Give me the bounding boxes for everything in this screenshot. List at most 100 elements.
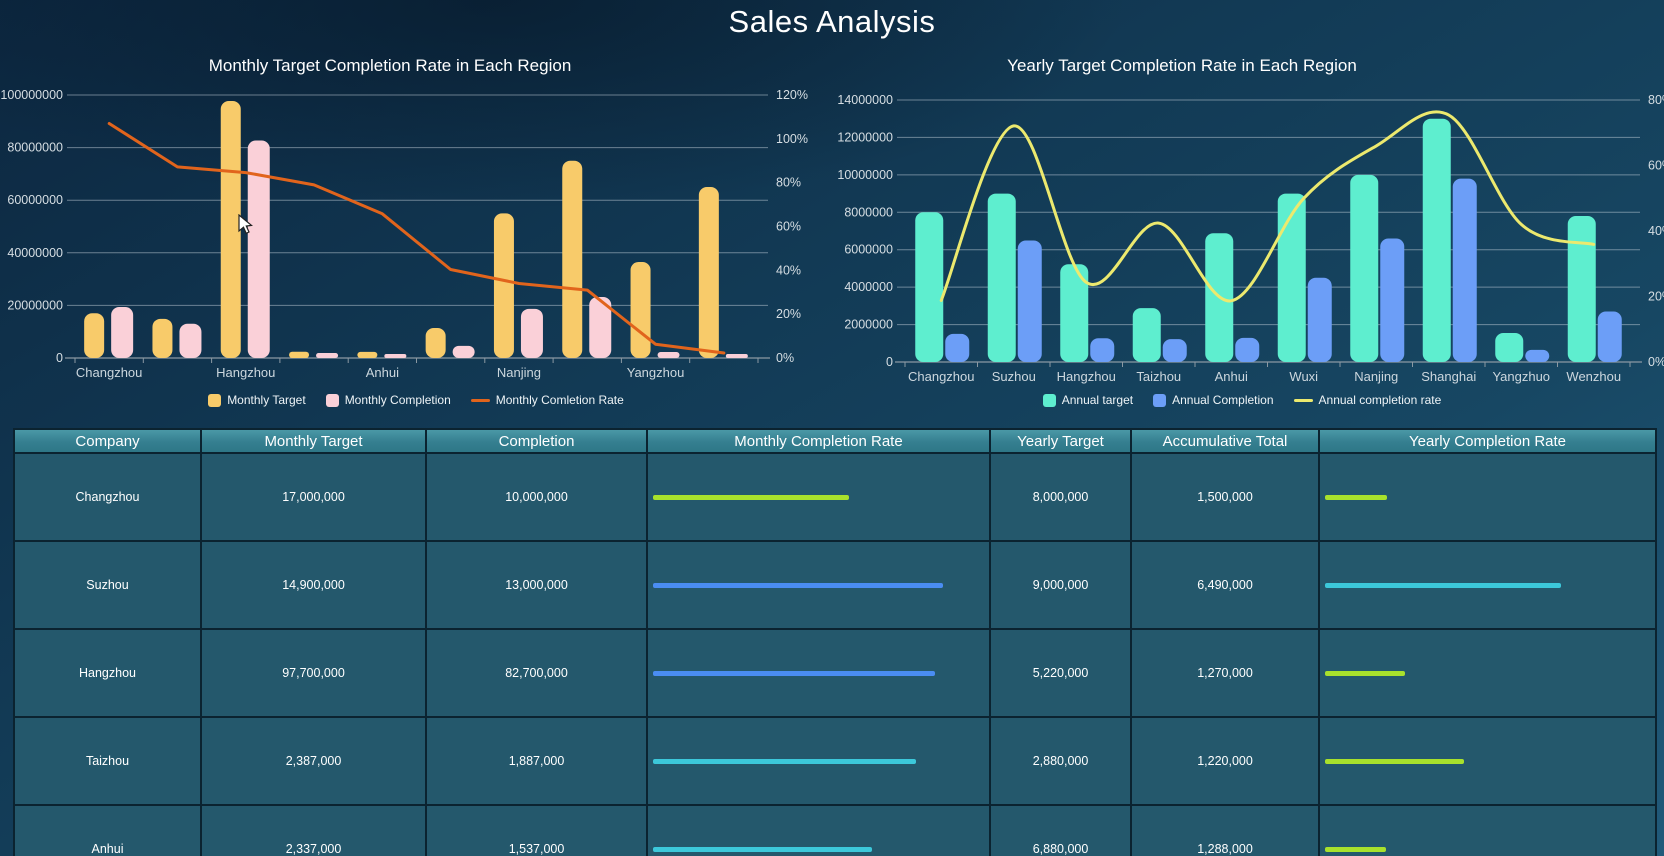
bar-monthly-target-Changzhou[interactable] — [84, 313, 104, 358]
bar-monthly-completion-Suzhou[interactable] — [179, 324, 201, 358]
x-axis-category-label: Suzhou — [992, 369, 1036, 384]
table-cell-yearly-completion-rate — [1320, 630, 1655, 716]
table-cell-company: Anhui — [15, 806, 200, 856]
yearly-completion-rate-bar — [1325, 759, 1464, 764]
bar-annual-target-Changzhou[interactable] — [915, 212, 943, 362]
x-axis-category-label: Wenzhou — [1566, 369, 1621, 384]
y-axis-left-label: 6000000 — [844, 243, 893, 257]
legend-bar-swatch — [1043, 394, 1056, 407]
table-cell-monthly-completion-rate — [648, 542, 989, 628]
bar-monthly-target-Shanghai[interactable] — [562, 161, 582, 358]
y-axis-left-label: 0 — [56, 351, 63, 365]
table-cell-monthly-target: 97,700,000 — [202, 630, 425, 716]
legend-item-annual-completion-rate[interactable]: Annual completion rate — [1294, 393, 1442, 407]
legend-bar-swatch — [326, 394, 339, 407]
table-cell-monthly-target: 2,387,000 — [202, 718, 425, 804]
bar-annual-target-Wenzhou[interactable] — [1568, 216, 1596, 362]
bar-monthly-completion-Wuxi[interactable] — [453, 346, 475, 358]
bar-monthly-target-Yangzhou[interactable] — [631, 262, 651, 358]
legend-item-annual-target[interactable]: Annual target — [1043, 393, 1133, 407]
table-cell-company: Changzhou — [15, 454, 200, 540]
y-axis-right-label: 100% — [776, 132, 808, 146]
table-cell-completion: 13,000,000 — [427, 542, 646, 628]
y-axis-left-label: 10000000 — [837, 168, 893, 182]
legend-item-monthly-comletion-rate[interactable]: Monthly Comletion Rate — [471, 393, 624, 407]
legend-item-annual-completion[interactable]: Annual Completion — [1153, 393, 1273, 407]
monthly-chart-legend: Monthly Target Monthly Completion Monthly … — [0, 392, 832, 408]
table-cell-accumulative-total: 1,220,000 — [1132, 718, 1318, 804]
y-axis-left-label: 2000000 — [844, 318, 893, 332]
x-axis-category-label: Nanjing — [497, 365, 541, 380]
bar-monthly-completion-Wenzhou[interactable] — [726, 354, 748, 358]
y-axis-left-label: 4000000 — [844, 280, 893, 294]
bar-annual-completion-Changzhou[interactable] — [945, 334, 969, 362]
yearly-chart-canvas[interactable]: 0200000040000006000000800000010000000120… — [832, 45, 1664, 395]
table-header-company: Company — [15, 430, 200, 452]
bar-monthly-target-Wenzhou[interactable] — [699, 187, 719, 358]
monthly-completion-rate-bar — [653, 671, 935, 676]
bar-annual-completion-Yangzhuo[interactable] — [1525, 350, 1549, 362]
bar-annual-completion-Nanjing[interactable] — [1380, 238, 1404, 362]
table-cell-completion: 1,887,000 — [427, 718, 646, 804]
bar-monthly-completion-Nanjing[interactable] — [521, 309, 543, 358]
legend-label: Annual target — [1062, 393, 1133, 407]
legend-item-monthly-target[interactable]: Monthly Target — [208, 393, 306, 407]
y-axis-right-label: 40% — [776, 263, 801, 277]
x-axis-category-label: Hangzhou — [216, 365, 275, 380]
table-cell-company: Taizhou — [15, 718, 200, 804]
table-cell-completion: 82,700,000 — [427, 630, 646, 716]
bar-monthly-completion-Anhui[interactable] — [384, 354, 406, 358]
sales-dashboard: Sales Analysis Monthly Target Completion… — [0, 0, 1664, 856]
x-axis-category-label: Yangzhou — [627, 365, 685, 380]
bar-annual-target-Shanghai[interactable] — [1423, 119, 1451, 362]
y-axis-left-label: 12000000 — [837, 130, 893, 144]
legend-label: Annual Completion — [1172, 393, 1273, 407]
legend-item-monthly-completion[interactable]: Monthly Completion — [326, 393, 451, 407]
yearly-completion-rate-bar — [1325, 847, 1386, 852]
y-axis-left-label: 80000000 — [7, 141, 63, 155]
table-cell-yearly-target: 2,880,000 — [991, 718, 1130, 804]
bar-annual-completion-Taizhou[interactable] — [1163, 339, 1187, 362]
bar-annual-completion-Hangzhou[interactable] — [1090, 338, 1114, 362]
x-axis-category-label: Taizhou — [1136, 369, 1181, 384]
bar-monthly-target-Anhui[interactable] — [357, 352, 377, 358]
bar-monthly-target-Wuxi[interactable] — [426, 328, 446, 358]
y-axis-right-label: 60% — [776, 220, 801, 234]
table-header-yearly-completion-rate: Yearly Completion Rate — [1320, 430, 1655, 452]
x-axis-category-label: Changzhou — [908, 369, 975, 384]
bar-monthly-completion-Taizhou[interactable] — [316, 353, 338, 358]
x-axis-category-label: Anhui — [366, 365, 399, 380]
table-cell-accumulative-total: 6,490,000 — [1132, 542, 1318, 628]
bar-monthly-target-Nanjing[interactable] — [494, 213, 514, 358]
bar-annual-target-Taizhou[interactable] — [1133, 308, 1161, 362]
x-axis-category-label: Shanghai — [1421, 369, 1476, 384]
bar-annual-target-Nanjing[interactable] — [1350, 175, 1378, 362]
table-cell-monthly-target: 14,900,000 — [202, 542, 425, 628]
bar-monthly-target-Hangzhou[interactable] — [221, 101, 241, 358]
bar-annual-target-Suzhou[interactable] — [988, 194, 1016, 362]
x-axis-category-label: Yangzhuo — [1492, 369, 1550, 384]
bar-monthly-completion-Yangzhou[interactable] — [658, 352, 680, 358]
x-axis-category-label: Hangzhou — [1057, 369, 1116, 384]
bar-annual-target-Yangzhuo[interactable] — [1495, 333, 1523, 362]
bar-annual-completion-Wuxi[interactable] — [1308, 278, 1332, 362]
legend-line-swatch — [1294, 399, 1313, 402]
bar-annual-target-Wuxi[interactable] — [1278, 194, 1306, 362]
bar-monthly-target-Taizhou[interactable] — [289, 352, 309, 358]
yearly-chart-legend: Annual target Annual Completion Annual com… — [832, 392, 1652, 408]
table-cell-yearly-completion-rate — [1320, 454, 1655, 540]
yearly-completion-rate-bar — [1325, 671, 1405, 676]
legend-label: Monthly Completion — [345, 393, 451, 407]
table-header-accumulative-total: Accumulative Total — [1132, 430, 1318, 452]
bar-monthly-target-Suzhou[interactable] — [152, 319, 172, 358]
bar-annual-completion-Suzhou[interactable] — [1018, 241, 1042, 362]
bar-monthly-completion-Changzhou[interactable] — [111, 307, 133, 358]
bar-annual-completion-Wenzhou[interactable] — [1598, 311, 1622, 362]
y-axis-left-label: 100000000 — [0, 88, 63, 102]
bar-annual-completion-Anhui[interactable] — [1235, 338, 1259, 362]
monthly-chart-canvas[interactable]: 0200000004000000060000000800000001000000… — [0, 45, 832, 390]
bar-annual-completion-Shanghai[interactable] — [1453, 179, 1477, 362]
table-cell-yearly-target: 6,880,000 — [991, 806, 1130, 856]
y-axis-right-label: 40% — [1648, 224, 1664, 238]
sales-table: CompanyMonthly TargetCompletionMonthly C… — [13, 428, 1657, 856]
